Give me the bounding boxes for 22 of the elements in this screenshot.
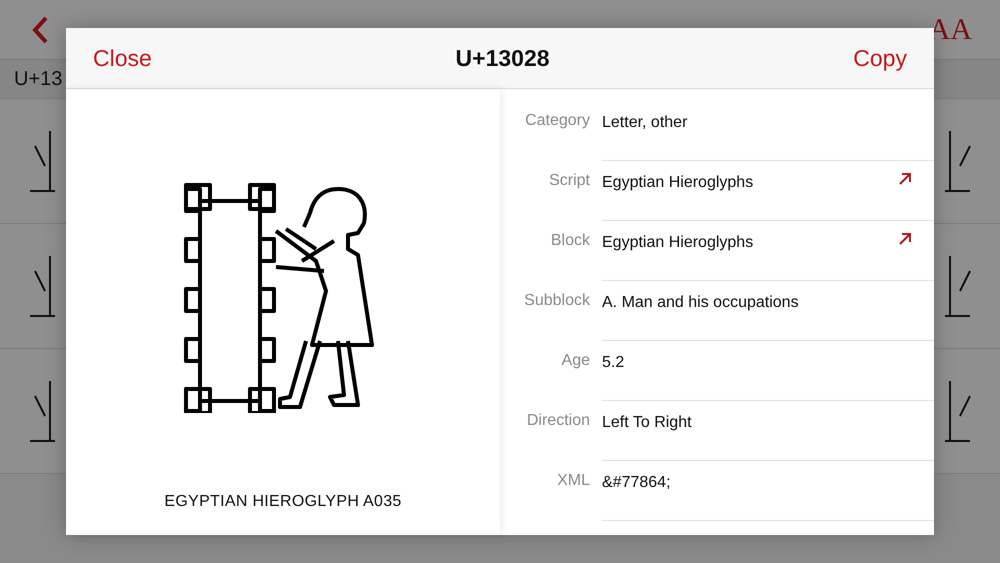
close-button[interactable]: Close bbox=[93, 44, 152, 72]
section-header: U+13 bbox=[14, 68, 62, 90]
external-link-arrow-icon[interactable] bbox=[898, 172, 912, 186]
property-label: XML bbox=[556, 471, 590, 491]
sheet-title: U+13028 bbox=[456, 44, 550, 72]
property-label: Category bbox=[524, 111, 590, 131]
property-label: Block bbox=[550, 231, 590, 251]
copy-button[interactable]: Copy bbox=[853, 44, 907, 72]
back-chevron-icon[interactable] bbox=[32, 16, 48, 44]
property-label: Subblock bbox=[523, 291, 590, 311]
property-label: Direction bbox=[526, 411, 590, 431]
property-value: Left To Right bbox=[602, 413, 692, 432]
property-label: Age bbox=[560, 351, 590, 371]
property-value: Letter, other bbox=[602, 113, 688, 132]
property-value: &#77864; bbox=[602, 473, 671, 492]
property-label: Script bbox=[548, 171, 590, 191]
property-value: A. Man and his occupations bbox=[602, 293, 799, 312]
property-value: Egyptian Hieroglyphs bbox=[602, 233, 754, 252]
glyph-name: EGYPTIAN HIEROGLYPH A035 bbox=[164, 493, 402, 511]
property-value: 5.2 bbox=[602, 353, 624, 372]
external-link-arrow-icon[interactable] bbox=[898, 232, 912, 246]
property-value: Egyptian Hieroglyphs bbox=[602, 173, 754, 192]
